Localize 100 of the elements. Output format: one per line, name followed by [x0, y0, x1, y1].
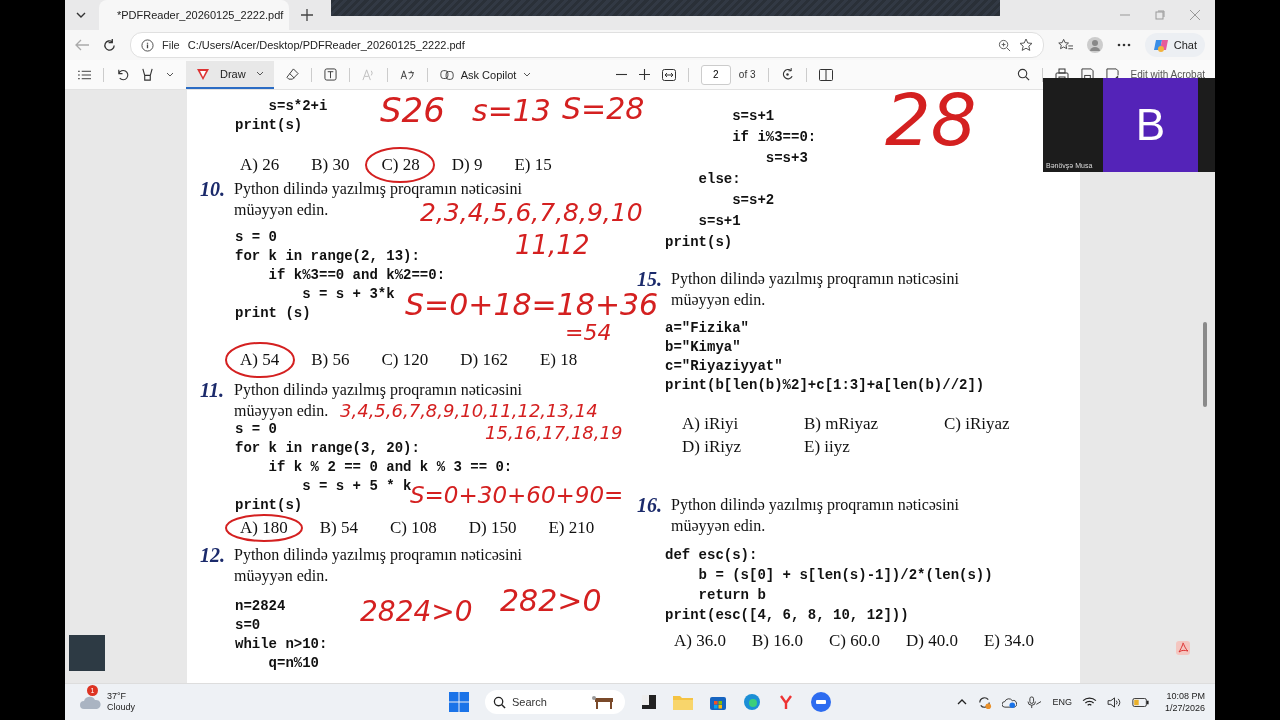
battery-icon[interactable] [1131, 697, 1149, 707]
question-text: müəyyən edin. [234, 566, 329, 586]
profile-avatar-icon[interactable] [1086, 37, 1103, 53]
answer-option: C) iRiyaz [944, 412, 1077, 435]
code-line: if k%3==0 and k%2==0: [267, 266, 446, 285]
language-indicator[interactable]: ENG [1052, 697, 1072, 707]
question-text: Python dilində yazılmış proqramın nəticəsini [234, 380, 522, 400]
cloud-status-icon[interactable] [1002, 695, 1018, 709]
answer-option: D) iRiyz [682, 435, 804, 458]
undo-icon[interactable] [116, 68, 129, 81]
reload-icon[interactable] [103, 38, 116, 52]
edge-browser-icon[interactable] [743, 693, 761, 711]
edit-with-acrobat-link[interactable]: Edit with Acrobat [1130, 69, 1205, 80]
y-letter-app-icon[interactable] [777, 693, 795, 711]
answer-option: D) 150 [468, 518, 517, 538]
draw-button[interactable]: Draw [186, 60, 274, 89]
answer-option: D) 9 [451, 155, 483, 175]
code-line: a="Fizika" [665, 319, 749, 338]
handwritten-note: S=28 [562, 94, 645, 124]
code-line: else: [697, 170, 741, 189]
ink-circle [225, 342, 295, 378]
caret-icon[interactable] [166, 71, 174, 78]
code-line: def esc(s): [665, 546, 758, 565]
caret-icon [255, 70, 264, 77]
handwritten-note: S=0+30+60+90= [410, 484, 624, 507]
question-text: müəyyən edin. [234, 401, 329, 421]
rotate-icon[interactable] [780, 68, 794, 81]
question-text: Python dilində yazılmış proqramın nəticəsini [671, 269, 959, 289]
answer-option: B) mRiyaz [804, 412, 944, 435]
answer-option: E) 15 [514, 155, 552, 175]
search-icon[interactable] [1016, 68, 1030, 81]
handwritten-note: 3,4,5,6,7,8,9,10,11,12,13,14 [340, 402, 598, 420]
taskbar-search-field[interactable]: Search [485, 690, 625, 714]
chevron-up-icon[interactable] [957, 699, 968, 705]
task-view-icon[interactable] [641, 694, 657, 710]
answer-option: B) 56 [311, 350, 350, 370]
answer-option: B) 16.0 [751, 631, 803, 651]
question-text: Python dilində yazılmış proqramın nəticəsini [234, 179, 522, 199]
page-view-icon[interactable] [818, 68, 833, 81]
code-line: if k % 2 == 0 and k % 3 == 0: [267, 458, 513, 477]
code-line: s=s+1 [731, 107, 775, 126]
more-icon[interactable] [1116, 43, 1131, 47]
fit-width-icon[interactable] [661, 68, 676, 81]
answer-option: D) 162 [460, 350, 508, 370]
scheme-label: File [162, 39, 180, 51]
question-number: 11. [200, 379, 225, 403]
answer-option: C) 108 [389, 518, 437, 538]
star-icon[interactable] [1018, 38, 1033, 52]
code-line: print(s) [665, 233, 733, 252]
translate-icon[interactable] [399, 69, 415, 80]
code-line: b = (s[0] + s[len(s)-1])/2*(len(s)) [697, 566, 993, 585]
answer-option: E) 18 [539, 350, 578, 370]
question-number: 16. [637, 494, 663, 518]
chat-button[interactable]: Chat [1144, 33, 1205, 57]
code-line: s=0 [235, 616, 261, 635]
question-text: müəyyən edin. [671, 516, 766, 536]
code-line: c="Riyaziyyat" [665, 357, 783, 376]
microphone-icon[interactable] [1027, 695, 1043, 709]
favorites-icon[interactable] [1057, 38, 1073, 52]
clock-date[interactable]: 1/27/2026 [1164, 702, 1205, 714]
contents-icon[interactable] [78, 69, 91, 80]
new-tab-icon[interactable] [301, 9, 313, 21]
text-box-icon[interactable] [323, 68, 337, 81]
question-number: 10. [200, 178, 226, 202]
copilot-icon [1152, 37, 1169, 53]
question-text: Python dilində yazılmış proqramın nəticəsini [234, 545, 522, 565]
handwritten-note: 2824>0 [360, 598, 473, 626]
page-count: of 3 [738, 69, 756, 80]
zoom-icon[interactable] [997, 38, 1011, 52]
answer-option: A) 180 [240, 518, 288, 538]
answer-option: D) 40.0 [905, 631, 958, 651]
search-icon [493, 695, 506, 709]
video-app-icon[interactable] [811, 692, 831, 712]
answer-option: C) 60.0 [828, 631, 880, 651]
browser-tab[interactable]: *PDFReader_20260125_2222.pdf [99, 0, 289, 30]
windows-start-icon[interactable] [449, 692, 469, 712]
sync-icon[interactable] [977, 694, 993, 710]
zoom-in-icon[interactable] [638, 69, 650, 80]
ask-copilot-button[interactable]: Ask Copilot [439, 67, 532, 82]
answer-option: B) 30 [311, 155, 350, 175]
pen-icon [196, 66, 210, 81]
acrobat-icon[interactable] [1176, 641, 1190, 655]
code-line: print(b[len(b)%2]+c[1:3]+a[len(b)//2]) [665, 376, 985, 395]
eraser-icon[interactable] [285, 68, 299, 81]
highlighter-icon[interactable] [141, 68, 154, 81]
code-line: n=2824 [235, 597, 286, 616]
speaker-icon[interactable] [1106, 696, 1122, 708]
page-number-field[interactable]: 2 [700, 64, 731, 85]
read-aloud-icon [361, 68, 375, 81]
answer-option: A) 54 [240, 350, 280, 370]
answer-option: B) 54 [319, 518, 358, 538]
handwritten-note: S=0+18=18+36 [405, 290, 659, 320]
dark-square-icon [69, 635, 105, 671]
question-text: müəyyən edin. [234, 200, 329, 220]
code-line: print(s) [235, 116, 303, 135]
address-bar[interactable]: File C:/Users/Acer/Desktop/PDFReader_20260125_2222.pdf [130, 32, 1044, 58]
handwritten-note: S26 [380, 93, 445, 127]
clock-time[interactable]: 10:08 PM [1166, 690, 1205, 702]
wifi-icon[interactable] [1081, 696, 1097, 708]
code-line: s = s + 5 * k [301, 477, 412, 494]
